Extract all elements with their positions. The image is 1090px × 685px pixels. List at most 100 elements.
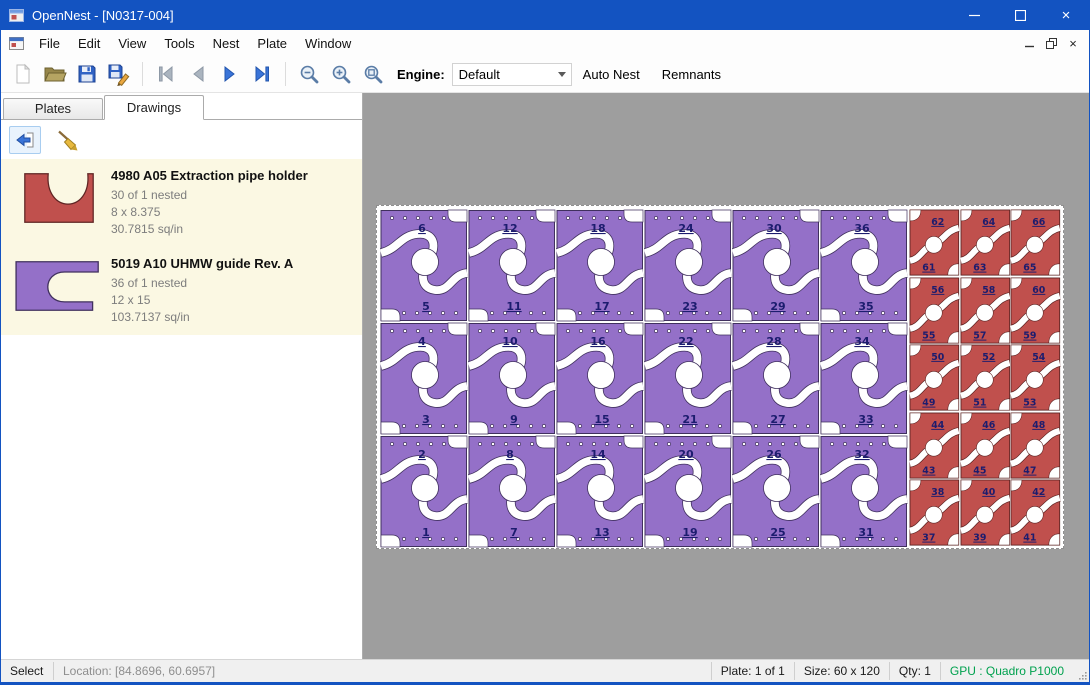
drawing-list-item[interactable]: 5019 A10 UHMW guide Rev. A 36 of 1 neste… [1,247,362,335]
zoom-fit-button[interactable] [357,59,389,89]
nest-part-pair[interactable]: 4 3 [380,322,468,435]
tab-drawings[interactable]: Drawings [104,95,204,120]
menu-plate[interactable]: Plate [248,32,296,55]
first-plate-icon [155,63,177,85]
nest-part-pair[interactable]: 52 51 [960,344,1011,412]
menu-tools[interactable]: Tools [155,32,203,55]
svg-text:50: 50 [931,352,945,363]
nest-part-pair[interactable]: 20 19 [644,435,732,548]
menu-edit[interactable]: Edit [69,32,109,55]
mdi-restore-button[interactable] [1040,33,1062,53]
auto-nest-button[interactable]: Auto Nest [572,67,651,82]
nest-part-pair[interactable]: 2 1 [380,435,468,548]
nest-part-pair[interactable]: 36 35 [820,209,908,322]
clear-button[interactable] [51,126,83,154]
toolbar-separator [142,62,143,86]
nest-part-pair[interactable]: 32 31 [820,435,908,548]
nest-part-pair[interactable]: 24 23 [644,209,732,322]
nav-last-button[interactable] [246,59,278,89]
svg-text:24: 24 [678,222,694,235]
nest-part-pair[interactable]: 46 45 [960,412,1011,480]
mdi-close-button[interactable]: × [1062,33,1084,53]
nest-part-pair[interactable]: 34 33 [820,322,908,435]
nest-part-pair[interactable]: 62 61 [909,209,960,277]
mdi-minimize-button[interactable] [1018,33,1040,53]
nest-part-pair[interactable]: 14 13 [556,435,644,548]
remnants-button[interactable]: Remnants [651,67,732,82]
tab-plates[interactable]: Plates [3,98,103,119]
save-button[interactable] [71,59,103,89]
open-button[interactable] [39,59,71,89]
new-button[interactable] [7,59,39,89]
menu-file[interactable]: File [30,32,69,55]
main-content: Plates Drawings [1,93,1089,659]
window-title: OpenNest - [N0317-004] [32,8,174,23]
drawing-list-item[interactable]: 4980 A05 Extraction pipe holder 30 of 1 … [1,159,362,247]
nest-part-pair[interactable]: 40 39 [960,479,1011,547]
nest-canvas[interactable]: 6 5 12 11 18 17 24 23 [363,93,1089,659]
svg-text:12: 12 [502,222,517,235]
nest-part-pair[interactable]: 6 5 [380,209,468,322]
nest-part-pair[interactable]: 58 57 [960,277,1011,345]
engine-combobox[interactable]: Default [452,63,572,86]
maximize-button[interactable] [997,0,1043,30]
toolbar: Engine: Default Auto Nest Remnants [1,56,1089,93]
svg-text:7: 7 [510,526,518,539]
nest-part-pair[interactable]: 8 7 [468,435,556,548]
nest-part-pair[interactable]: 18 17 [556,209,644,322]
svg-text:16: 16 [590,335,606,348]
svg-text:1: 1 [422,526,430,539]
svg-text:5: 5 [422,300,430,313]
nest-part-pair[interactable]: 30 29 [732,209,820,322]
menu-view[interactable]: View [109,32,155,55]
plate-sheet[interactable]: 6 5 12 11 18 17 24 23 [376,205,1064,549]
svg-text:65: 65 [1024,263,1037,274]
nest-part-pair[interactable]: 42 41 [1010,479,1061,547]
drawing-area: 103.7137 sq/in [111,309,358,326]
minimize-icon [969,10,980,21]
svg-text:35: 35 [858,300,873,313]
nest-part-pair[interactable]: 10 9 [468,322,556,435]
status-qty: Qty: 1 [890,660,940,682]
nest-part-pair[interactable]: 48 47 [1010,412,1061,480]
nest-part-pair[interactable]: 28 27 [732,322,820,435]
nest-part-pair[interactable]: 64 63 [960,209,1011,277]
svg-text:2: 2 [418,448,426,461]
svg-text:14: 14 [590,448,606,461]
save-as-button[interactable] [103,59,135,89]
nav-first-button[interactable] [150,59,182,89]
zoom-out-button[interactable] [293,59,325,89]
nest-part-pair[interactable]: 38 37 [909,479,960,547]
send-back-button[interactable] [9,126,41,154]
nest-part-pair[interactable]: 26 25 [732,435,820,548]
nest-part-pair[interactable]: 16 15 [556,322,644,435]
close-button[interactable]: × [1043,0,1089,30]
app-icon [9,9,24,22]
nav-next-button[interactable] [214,59,246,89]
status-plate: Plate: 1 of 1 [712,660,794,682]
resize-grip[interactable] [1073,660,1089,682]
nav-prev-button[interactable] [182,59,214,89]
nest-part-pair[interactable]: 60 59 [1010,277,1061,345]
svg-text:43: 43 [922,465,935,476]
zoom-in-icon [330,63,352,85]
nest-part-pair[interactable]: 56 55 [909,277,960,345]
zoom-in-button[interactable] [325,59,357,89]
drawing-size: 8 x 8.375 [111,204,358,221]
menu-nest[interactable]: Nest [204,32,249,55]
nest-part-pair[interactable]: 66 65 [1010,209,1061,277]
drawing-area: 30.7815 sq/in [111,221,358,238]
nest-part-pair[interactable]: 50 49 [909,344,960,412]
toolbar-separator [285,62,286,86]
minimize-button[interactable] [951,0,997,30]
menu-window[interactable]: Window [296,32,360,55]
svg-text:51: 51 [973,398,986,409]
nest-part-pair[interactable]: 12 11 [468,209,556,322]
nest-part-pair[interactable]: 22 21 [644,322,732,435]
svg-text:4: 4 [418,335,426,348]
nest-part-pair[interactable]: 44 43 [909,412,960,480]
svg-text:55: 55 [922,330,935,341]
nest-part-pair[interactable]: 54 53 [1010,344,1061,412]
svg-text:40: 40 [982,487,996,498]
close-icon: × [1062,7,1071,24]
